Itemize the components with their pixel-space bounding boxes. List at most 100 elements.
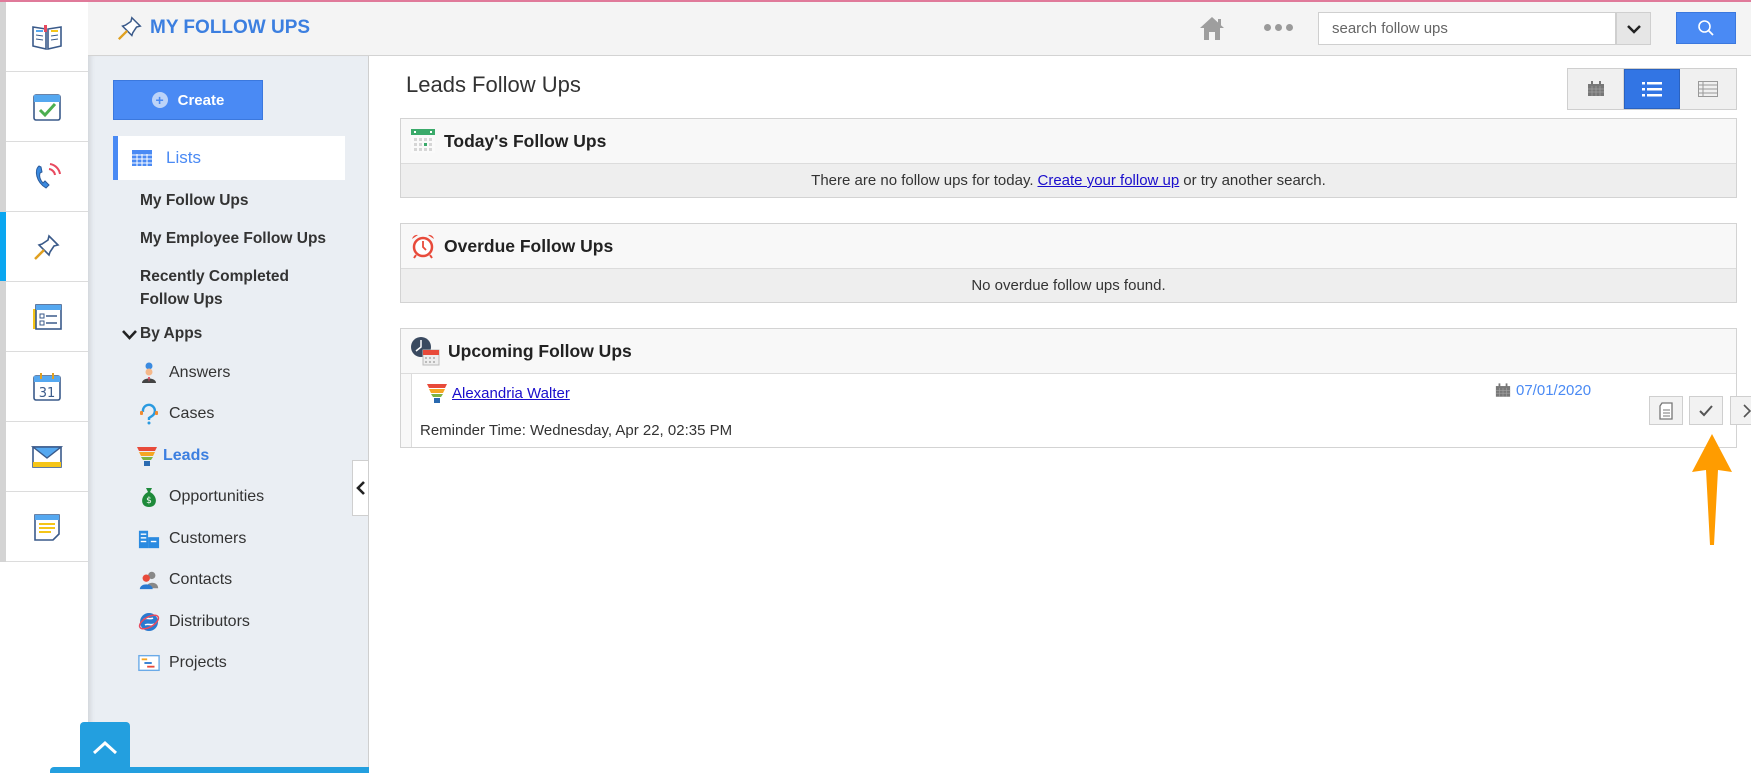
sidebar-app-projects[interactable]: Projects [138,652,227,674]
app-title: MY FOLLOW UPS [116,14,310,42]
checkmark-icon [1699,404,1713,416]
create-label: Create [177,91,225,109]
search-input[interactable] [1318,12,1616,45]
complete-button[interactable] [1689,396,1723,425]
table-icon [1698,81,1718,97]
sidebar-app-leads[interactable]: Leads [136,445,209,467]
sidebar-link-my-follow-ups[interactable]: My Follow Ups [140,189,249,212]
globe-icon [138,611,160,633]
rail-item-notes[interactable] [6,492,88,562]
top-header: MY FOLLOW UPS [88,2,1751,56]
rail-item-calendar[interactable]: 31 [6,352,88,422]
rail-item-calls[interactable] [6,142,88,212]
by-apps-toggle[interactable]: By Apps [122,325,202,343]
home-icon [1200,17,1224,40]
page-title: Leads Follow Ups [406,72,581,97]
svg-text:31: 31 [39,386,56,401]
document-icon [1659,401,1673,420]
funnel-icon [136,445,158,467]
rail-item-tasks[interactable] [6,72,88,142]
pushpin-icon [117,16,142,41]
notepad-icon [34,513,60,541]
answers-icon [138,362,160,384]
panel-header: Overdue Follow Ups [401,224,1736,269]
form-list-icon [33,303,62,330]
panel-header: Today's Follow Ups [401,119,1736,164]
today-follow-ups-panel: Today's Follow Ups There are no follow u… [400,118,1737,198]
sidebar-app-customers[interactable]: Customers [138,528,246,550]
money-bag-icon: $ [138,486,160,508]
clock-calendar-icon [411,337,440,366]
sidebar-app-opportunities[interactable]: $ Opportunities [138,486,264,508]
create-button[interactable]: + Create [113,80,263,120]
create-follow-up-link[interactable]: Create your follow up [1038,172,1180,189]
calendar-today-icon [411,129,435,153]
panel-title: Upcoming Follow Ups [448,340,632,361]
panel-title: Overdue Follow Ups [444,235,614,256]
more-options-button[interactable] [1264,24,1293,31]
overdue-follow-ups-panel: Overdue Follow Ups No overdue follow ups… [400,223,1737,303]
plus-circle-icon: + [151,92,168,108]
sidebar: + Create Lists My Follow Ups My Employee… [88,56,369,773]
sidebar-link-recently-completed[interactable]: Recently Completed Follow Ups [140,265,320,311]
alarm-clock-icon [412,234,434,259]
cases-icon [138,403,160,425]
chevron-down-icon [1626,24,1641,34]
upcoming-follow-ups-panel: Upcoming Follow Ups Alexandria Walter Re… [400,328,1751,448]
search-dropdown-button[interactable] [1616,12,1651,45]
collapse-sidebar-button[interactable] [352,460,368,516]
building-icon [138,528,160,550]
list-icon [1642,82,1662,97]
calendar-31-icon: 31 [33,372,61,401]
list-view-button[interactable] [1624,69,1680,109]
rail-item-knowledge[interactable] [6,2,88,72]
chevron-down-icon [122,329,137,340]
sidebar-app-cases[interactable]: Cases [138,403,214,425]
follow-up-item: Alexandria Walter Reminder Time: Wednesd… [411,374,1751,447]
sidebar-link-my-employee-follow-ups[interactable]: My Employee Follow Ups [140,227,326,250]
calendar-check-icon [33,93,61,121]
chevron-right-icon [1743,403,1751,418]
book-icon [32,24,62,50]
rail-item-follow-ups[interactable] [0,212,88,282]
panel-message: No overdue follow ups found. [401,269,1736,302]
by-apps-label: By Apps [140,325,203,342]
pushpin-icon [34,233,60,260]
panel-title: Today's Follow Ups [444,130,607,151]
panel-message: There are no follow ups for today. Creat… [401,164,1736,197]
view-mode-switcher [1567,68,1737,110]
table-view-button[interactable] [1680,69,1736,109]
sidebar-app-contacts[interactable]: Contacts [138,569,232,591]
grid-calendar-icon [132,150,152,166]
main-content: Leads Follow Ups Today's Follow Ups Ther… [369,56,1751,773]
open-detail-button[interactable] [1730,396,1751,425]
sidebar-item-lists[interactable]: Lists [113,136,345,180]
sidebar-app-distributors[interactable]: Distributors [138,611,250,633]
funnel-icon [427,384,447,403]
calendar-icon [1587,81,1604,96]
envelope-icon [31,445,63,468]
search-button[interactable] [1676,12,1736,44]
notes-button[interactable] [1649,396,1683,425]
lists-label: Lists [166,148,201,167]
svg-text:$: $ [146,496,152,506]
panel-header: Upcoming Follow Ups [401,329,1736,374]
gantt-icon [138,652,160,674]
calendar-view-button[interactable] [1568,69,1624,109]
chevron-left-icon [355,481,365,495]
lead-name-link[interactable]: Alexandria Walter [426,382,570,404]
app-title-text: MY FOLLOW UPS [150,17,311,38]
contacts-icon [138,569,160,591]
phone-icon [35,162,61,189]
scroll-to-top-button[interactable] [80,722,130,773]
search-icon [1698,20,1714,36]
rail-item-mail[interactable] [6,422,88,492]
calendar-icon [1495,383,1511,397]
chevron-up-icon [92,740,118,754]
home-button[interactable] [1198,14,1226,47]
sidebar-app-answers[interactable]: Answers [138,362,230,384]
reminder-time: Reminder Time: Wednesday, Apr 22, 02:35 … [420,422,733,439]
due-date: 07/01/2020 [1495,382,1591,399]
annotation-arrow-icon [1692,434,1732,545]
rail-item-forms[interactable] [6,282,88,352]
